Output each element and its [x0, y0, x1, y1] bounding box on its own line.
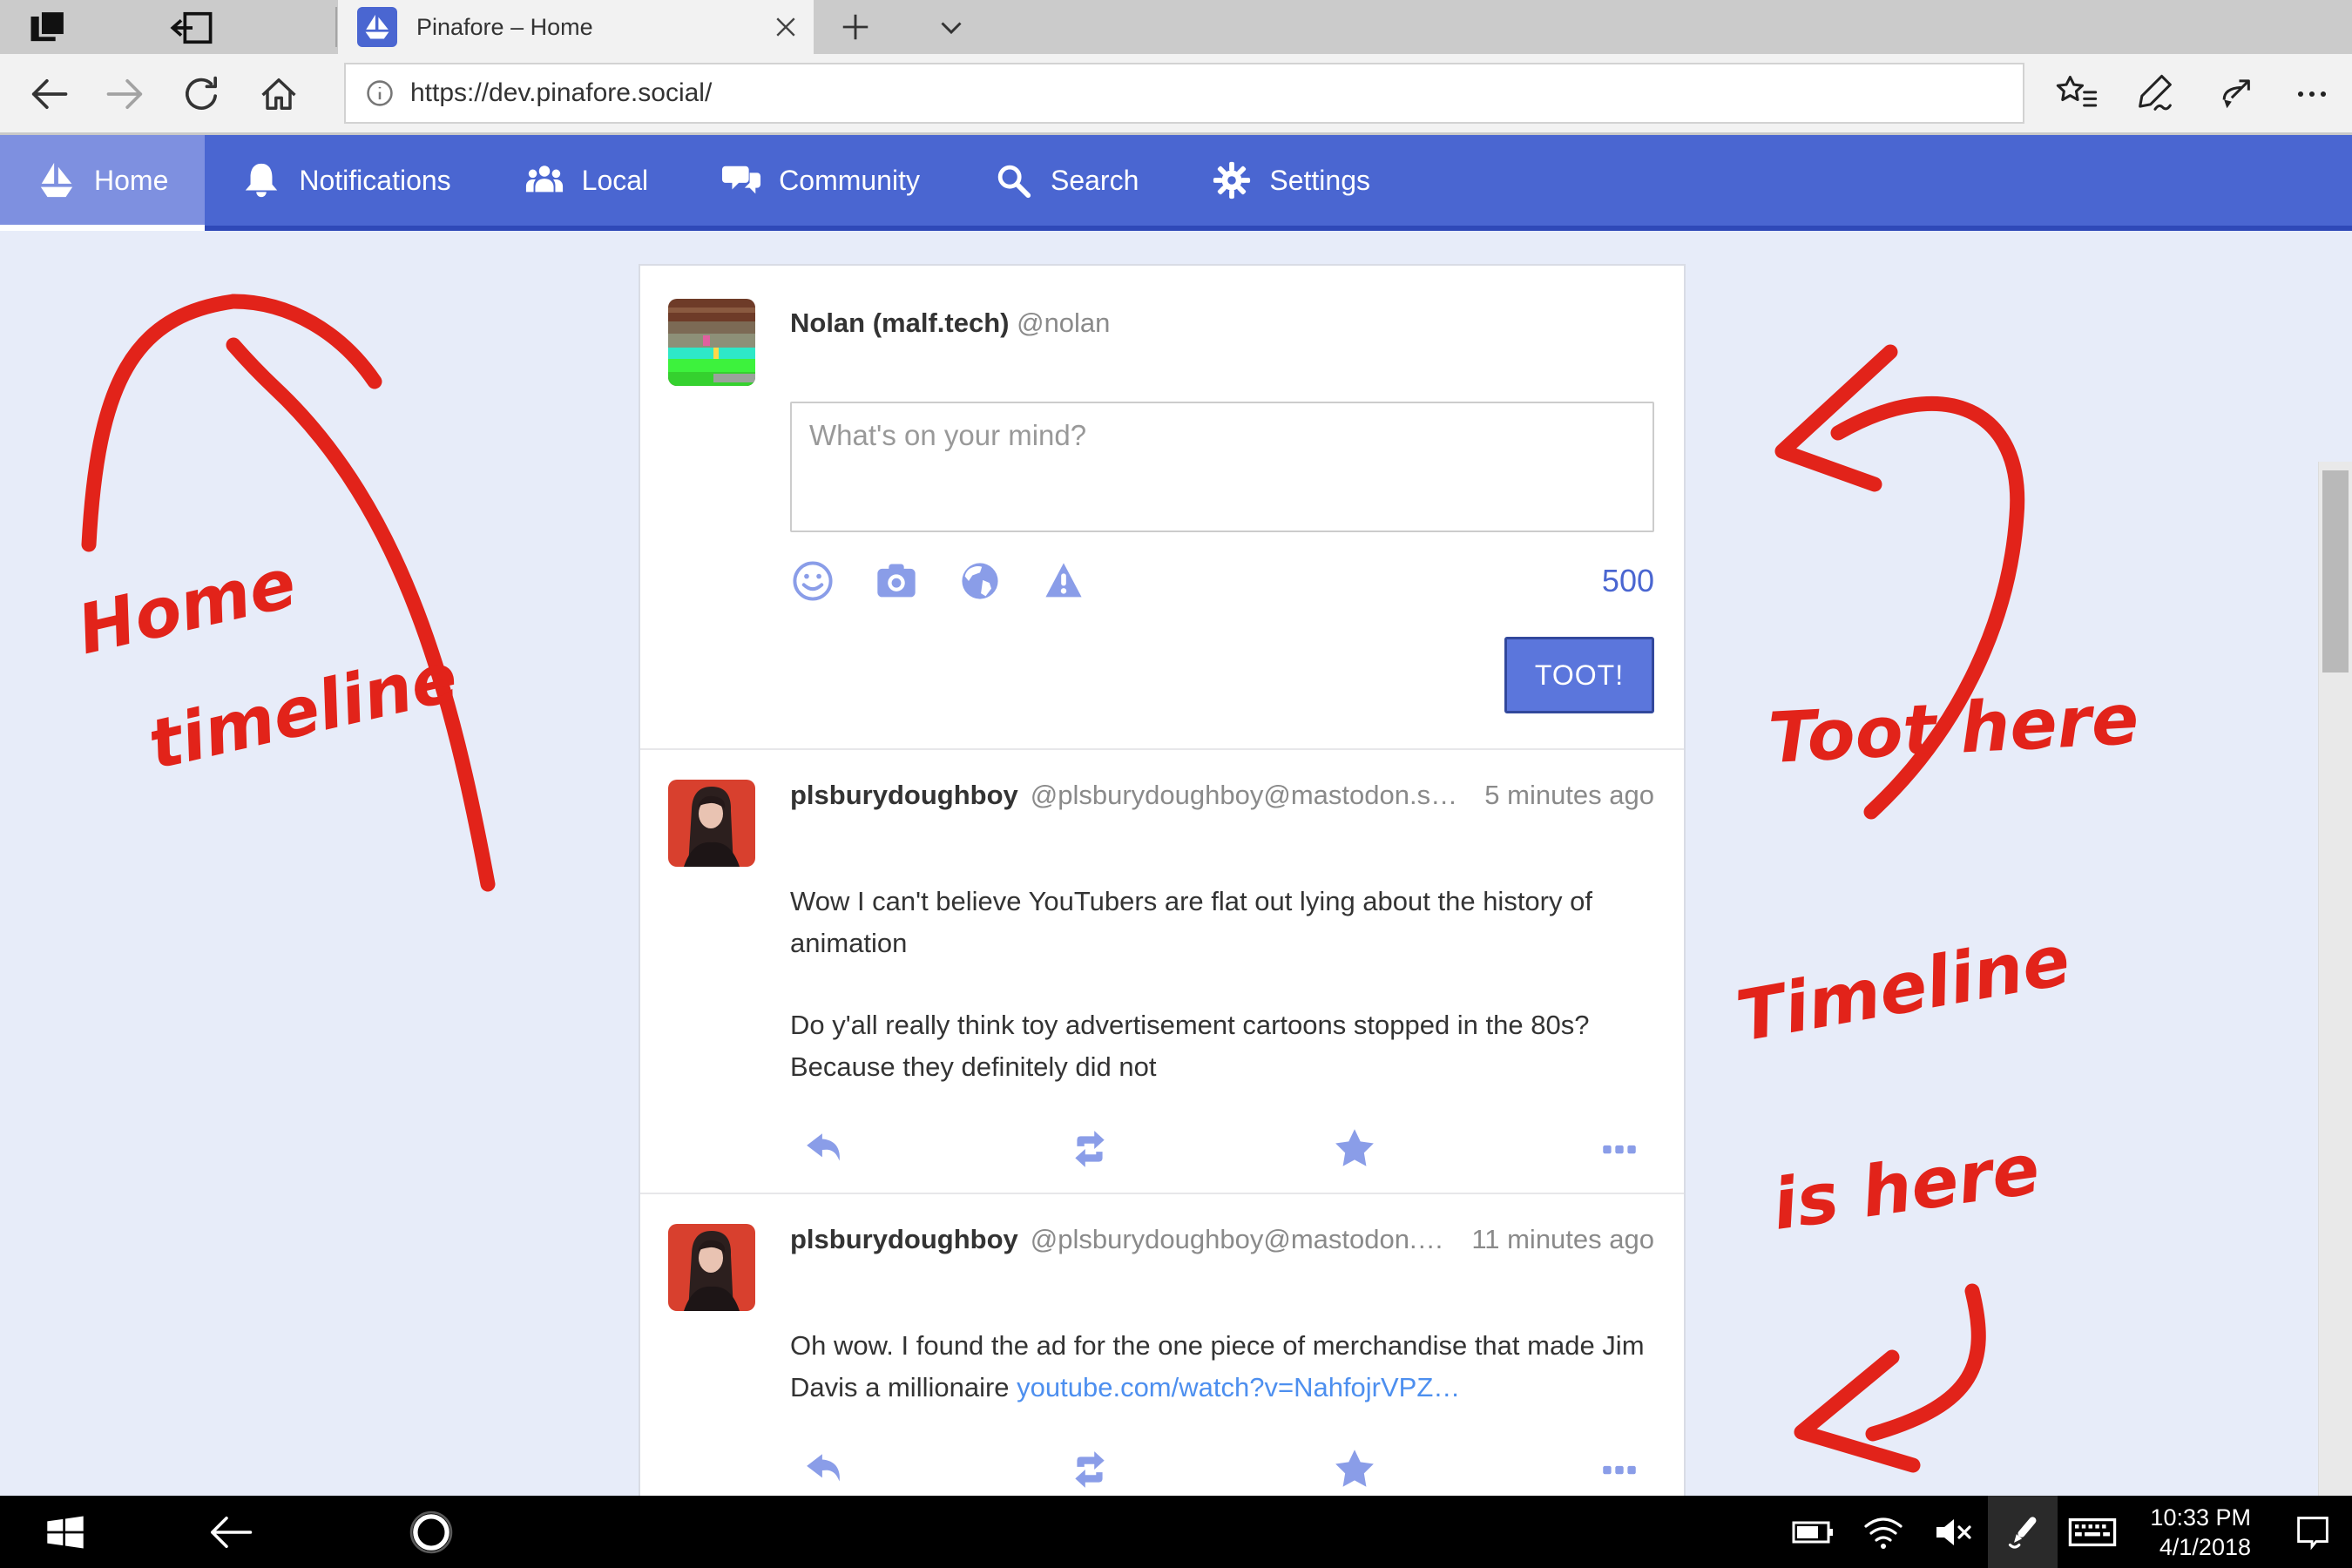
compose-handle: @nolan [1017, 308, 1110, 338]
toot-actions [790, 1447, 1654, 1492]
cortana-button[interactable] [331, 1496, 531, 1568]
tab-title: Pinafore – Home [416, 14, 763, 41]
more-icon[interactable] [2284, 66, 2340, 122]
forward-icon[interactable] [98, 66, 153, 122]
toot-handle: @plsburydoughboy@mastodon.s… [1031, 1224, 1446, 1255]
toot-actions [790, 1126, 1654, 1172]
tab-close-icon[interactable] [763, 4, 808, 50]
volume-muted-icon[interactable] [1918, 1496, 1988, 1568]
gear-icon [1212, 160, 1252, 200]
address-bar[interactable]: https://dev.pinafore.social/ [344, 63, 2024, 124]
new-tab-icon[interactable] [829, 5, 882, 49]
browser-toolbar: https://dev.pinafore.social/ [0, 54, 2352, 135]
tab-list-chevron-icon[interactable] [925, 5, 977, 49]
battery-icon[interactable] [1779, 1496, 1848, 1568]
compose-account[interactable]: Nolan (malf.tech) @nolan [790, 308, 1654, 339]
toot-timestamp: 5 minutes ago [1458, 780, 1654, 811]
toot: plsburydoughboy @plsburydoughboy@mastodo… [640, 748, 1684, 1193]
reply-icon[interactable] [802, 1126, 848, 1172]
toot: plsburydoughboy @plsburydoughboy@mastodo… [640, 1193, 1684, 1496]
tab-preview-icon[interactable] [164, 7, 221, 49]
nav-item-notifications[interactable]: Notifications [205, 135, 487, 226]
avatar[interactable] [668, 299, 755, 386]
star-icon[interactable] [1332, 1126, 1377, 1172]
toot-body: Oh wow. I found the ad for the one piece… [790, 1325, 1654, 1409]
browser-tab[interactable]: Pinafore – Home [338, 0, 814, 54]
taskbar-clock[interactable]: 10:33 PM 4/1/2018 [2127, 1503, 2274, 1562]
toot-button[interactable]: TOOT! [1504, 637, 1654, 713]
compose-input[interactable] [790, 402, 1654, 532]
back-arrow-button[interactable] [131, 1496, 331, 1568]
reply-icon[interactable] [802, 1447, 848, 1492]
start-button[interactable] [0, 1496, 131, 1568]
bell-icon [241, 160, 281, 200]
browser-tab-strip: Pinafore – Home [0, 0, 2352, 54]
chat-bubbles-icon [721, 160, 761, 200]
toot-display-name: plsburydoughboy [790, 780, 1018, 811]
touch-keyboard-icon[interactable] [2058, 1496, 2127, 1568]
toot-display-name: plsburydoughboy [790, 1224, 1018, 1255]
nav-label: Settings [1269, 165, 1370, 197]
ellipsis-icon[interactable] [1597, 1447, 1642, 1492]
emoji-icon[interactable] [790, 558, 835, 604]
page-scrollbar[interactable] [2318, 462, 2352, 1496]
toot-paragraph: Wow I can't believe YouTubers are flat o… [790, 881, 1654, 964]
tab-divider [335, 7, 337, 47]
star-icon[interactable] [1332, 1447, 1377, 1492]
toot-account[interactable]: plsburydoughboy @plsburydoughboy@mastodo… [790, 780, 1458, 811]
wifi-icon[interactable] [1848, 1496, 1918, 1568]
hub-icon[interactable] [2049, 66, 2105, 122]
nav-label: Community [779, 165, 920, 197]
search-icon [993, 160, 1033, 200]
nav-label: Home [94, 165, 168, 197]
compose-box: Nolan (malf.tech) @nolan 500 [640, 266, 1684, 748]
nav-item-search[interactable]: Search [956, 135, 1175, 226]
camera-icon[interactable] [874, 558, 919, 604]
compose-display-name: Nolan (malf.tech) [790, 308, 1009, 338]
nav-item-home[interactable]: Home [0, 135, 205, 226]
char-counter: 500 [1602, 563, 1654, 599]
pinafore-favicon [357, 7, 397, 47]
boost-icon[interactable] [1067, 1447, 1112, 1492]
scrollbar-thumb[interactable] [2322, 470, 2349, 672]
nav-item-local[interactable]: Local [488, 135, 686, 226]
nav-label: Notifications [299, 165, 450, 197]
toot-timestamp: 11 minutes ago [1445, 1224, 1654, 1255]
refresh-icon[interactable] [174, 66, 230, 122]
pinafore-nav: Home Notifications Local Community Searc… [0, 135, 2352, 231]
toot-paragraph: Oh wow. I found the ad for the one piece… [790, 1325, 1654, 1409]
boost-icon[interactable] [1067, 1126, 1112, 1172]
action-center-icon[interactable] [2274, 1496, 2352, 1568]
toot-paragraph: Do y'all really think toy advertisement … [790, 1004, 1654, 1088]
nav-label: Search [1051, 165, 1139, 197]
avatar[interactable] [668, 1224, 755, 1311]
nav-item-community[interactable]: Community [685, 135, 956, 226]
ellipsis-icon[interactable] [1597, 1126, 1642, 1172]
share-icon[interactable] [2206, 66, 2261, 122]
back-icon[interactable] [21, 66, 77, 122]
windows-ink-pen-icon[interactable] [1988, 1496, 2058, 1568]
taskbar: 10:33 PM 4/1/2018 [0, 1496, 2352, 1568]
nav-label: Local [582, 165, 649, 197]
toot-body: Wow I can't believe YouTubers are flat o… [790, 881, 1654, 1088]
toot-handle: @plsburydoughboy@mastodon.so… [1031, 780, 1459, 811]
toot-account[interactable]: plsburydoughboy @plsburydoughboy@mastodo… [790, 1224, 1445, 1255]
url-text: https://dev.pinafore.social/ [410, 78, 712, 108]
clock-time: 10:33 PM [2150, 1503, 2251, 1532]
sailboat-icon [37, 160, 77, 200]
people-icon [524, 160, 564, 200]
info-icon[interactable] [365, 78, 395, 108]
timeline-column: Nolan (malf.tech) @nolan 500 [639, 264, 1686, 1496]
page-background: Nolan (malf.tech) @nolan 500 [0, 231, 2352, 1496]
clock-date: 4/1/2018 [2150, 1532, 2251, 1562]
set-aside-tabs-icon[interactable] [19, 7, 77, 49]
home-icon[interactable] [251, 66, 307, 122]
toot-link[interactable]: youtube.com/watch?v=NahfojrVPZ… [1017, 1372, 1460, 1402]
warning-icon[interactable] [1041, 558, 1086, 604]
nav-item-settings[interactable]: Settings [1175, 135, 1407, 226]
web-notes-pen-icon[interactable] [2127, 66, 2183, 122]
globe-icon[interactable] [957, 558, 1003, 604]
avatar[interactable] [668, 780, 755, 867]
